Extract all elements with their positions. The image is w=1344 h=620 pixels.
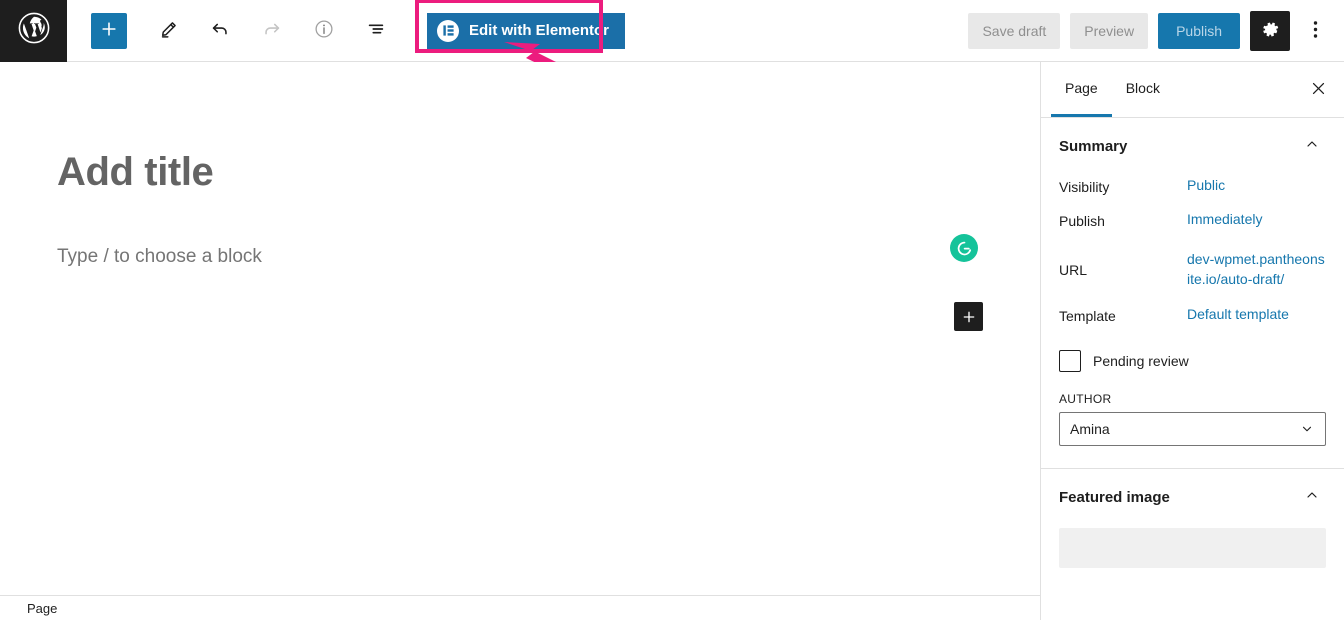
tab-page[interactable]: Page <box>1051 62 1112 117</box>
author-label: AUTHOR <box>1059 391 1112 406</box>
toolbar-right-group: Save draft Preview Publish <box>968 10 1344 51</box>
tools-button[interactable] <box>149 12 187 50</box>
pending-review-checkbox[interactable] <box>1059 349 1081 372</box>
breadcrumb: Page <box>0 597 1040 620</box>
author-select[interactable]: Amina <box>1059 411 1326 446</box>
close-icon <box>1310 80 1327 100</box>
preview-button[interactable]: Preview <box>1070 12 1149 49</box>
elementor-logo-icon <box>437 19 459 42</box>
wordpress-logo-button[interactable] <box>0 0 67 62</box>
gear-icon <box>1260 19 1281 43</box>
summary-row-visibility: Visibility Public <box>1041 171 1344 205</box>
more-options-button[interactable] <box>1300 11 1330 51</box>
save-draft-button[interactable]: Save draft <box>968 12 1061 49</box>
url-value[interactable]: dev-wpmet.pantheonsite.io/auto-draft/ <box>1187 249 1326 290</box>
publish-value[interactable]: Immediately <box>1187 211 1262 227</box>
post-title-input[interactable]: Add title <box>57 150 214 195</box>
template-label: Template <box>1059 307 1116 324</box>
chevron-up-icon <box>1304 136 1320 157</box>
add-block-button[interactable] <box>91 12 127 49</box>
info-icon <box>313 18 335 43</box>
pencil-icon <box>158 19 179 43</box>
summary-panel-title: Summary <box>1059 138 1128 155</box>
featured-image-panel-header[interactable]: Featured image <box>1041 469 1344 522</box>
summary-panel-header[interactable]: Summary <box>1041 118 1344 171</box>
pending-review-row: Pending review <box>1041 334 1344 380</box>
elementor-button-container: Edit with Elementor <box>415 0 626 53</box>
featured-image-dropzone[interactable] <box>1059 527 1326 568</box>
undo-button[interactable] <box>201 12 239 50</box>
edit-with-elementor-button[interactable]: Edit with Elementor <box>427 12 626 49</box>
url-label: URL <box>1059 262 1088 279</box>
tab-block[interactable]: Block <box>1112 62 1174 117</box>
default-block-input[interactable]: Type / to choose a block <box>57 246 262 268</box>
block-inserter-button[interactable] <box>954 302 983 331</box>
toolbar-left-group: Edit with Elementor <box>67 0 626 53</box>
summary-row-url: URL dev-wpmet.pantheonsite.io/auto-draft… <box>1041 239 1344 300</box>
author-select-wrapper: Amina <box>1041 411 1344 446</box>
summary-row-publish: Publish Immediately <box>1041 205 1344 239</box>
visibility-label: Visibility <box>1059 179 1110 195</box>
featured-image-panel-title: Featured image <box>1059 488 1170 506</box>
redo-button[interactable] <box>253 12 291 50</box>
list-view-button[interactable] <box>357 12 395 50</box>
pending-review-label[interactable]: Pending review <box>1093 353 1189 369</box>
wordpress-logo-icon <box>17 11 51 50</box>
wordpress-block-editor: Edit with Elementor Save draft Preview P… <box>0 0 1344 620</box>
breadcrumb-item-page[interactable]: Page <box>27 601 57 616</box>
grammarly-icon[interactable] <box>950 234 978 262</box>
plus-icon <box>99 19 119 42</box>
publish-label: Publish <box>1059 213 1105 229</box>
settings-sidebar: Page Block Summary Visibility Public Pub… <box>1040 62 1344 620</box>
visibility-value[interactable]: Public <box>1187 177 1225 193</box>
editor-toolbar: Edit with Elementor Save draft Preview P… <box>0 0 1344 62</box>
summary-row-template: Template Default template <box>1041 300 1344 334</box>
details-button[interactable] <box>305 12 343 50</box>
settings-button[interactable] <box>1250 10 1290 51</box>
template-value[interactable]: Default template <box>1187 306 1289 322</box>
editor-canvas: Add title Type / to choose a block <box>0 62 1040 596</box>
ellipsis-vertical-icon <box>1313 19 1318 43</box>
publish-button[interactable]: Publish <box>1158 12 1240 49</box>
redo-icon <box>261 18 283 43</box>
chevron-up-icon <box>1304 487 1320 508</box>
elementor-button-label: Edit with Elementor <box>469 22 610 39</box>
close-sidebar-button[interactable] <box>1300 72 1336 108</box>
undo-icon <box>209 18 231 43</box>
sidebar-tabs: Page Block <box>1041 62 1344 118</box>
list-view-icon <box>365 18 387 43</box>
